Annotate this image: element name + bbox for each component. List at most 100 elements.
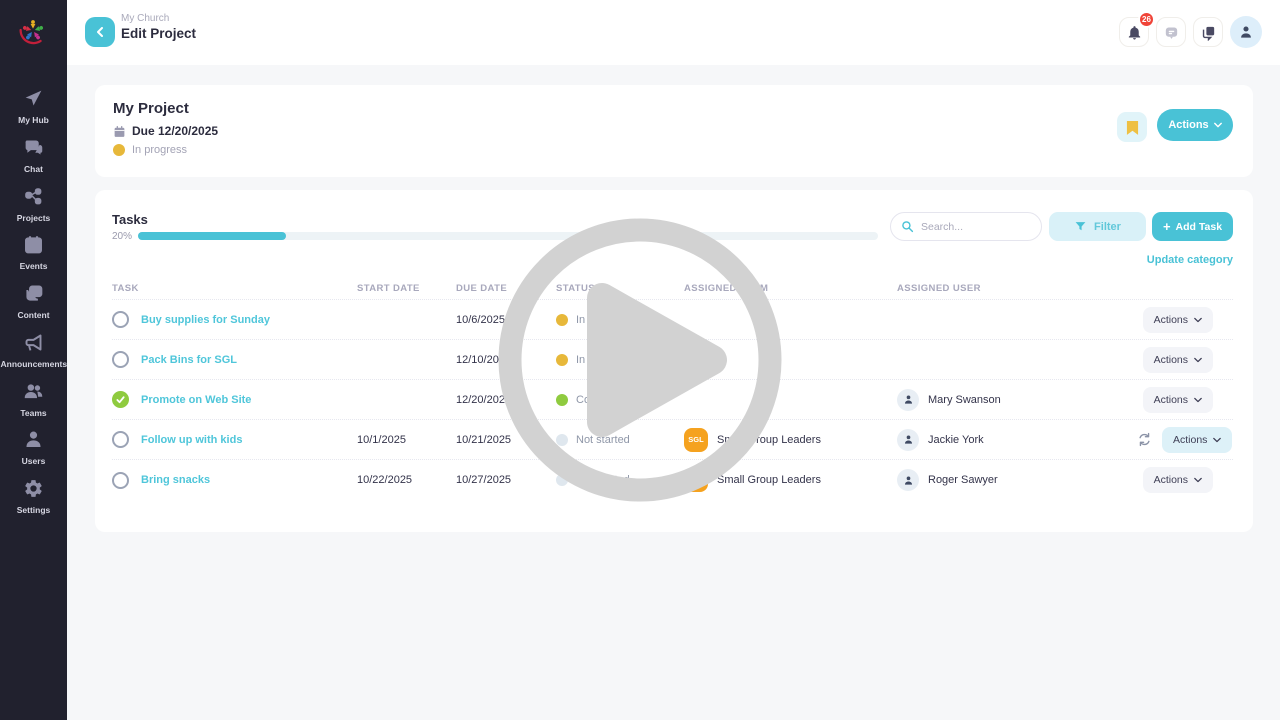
calendar-icon (23, 234, 44, 260)
actions-cell: Actions (1137, 387, 1213, 413)
sidebar-item-projects[interactable]: Projects (0, 186, 67, 224)
back-button[interactable] (85, 17, 115, 47)
task-checkbox[interactable] (112, 472, 129, 489)
row-actions-button[interactable]: Actions (1143, 347, 1213, 373)
topbar: My Church Edit Project 26 (67, 0, 1280, 65)
actions-label: Actions (1154, 394, 1188, 406)
chevron-left-icon (95, 27, 105, 37)
filter-icon (1074, 220, 1087, 233)
project-status-row: In progress (113, 144, 1235, 156)
sidebar-item-users[interactable]: Users (0, 429, 67, 467)
add-task-label: Add Task (1176, 221, 1222, 233)
video-play-button[interactable] (490, 210, 790, 510)
sidebar-item-chat[interactable]: Chat (0, 137, 67, 175)
chevron-down-icon (1213, 436, 1221, 444)
add-task-button[interactable]: + Add Task (1152, 212, 1233, 241)
topbar-icons: 26 (1119, 16, 1262, 48)
actions-cell: Actions (1137, 307, 1213, 333)
chevron-down-icon (1194, 396, 1202, 404)
project-actions-button[interactable]: Actions (1157, 109, 1233, 141)
sidebar-item-label: My Hub (1, 116, 67, 126)
project-status: In progress (132, 144, 187, 156)
task-link[interactable]: Follow up with kids (141, 434, 357, 446)
row-actions-button[interactable]: Actions (1143, 387, 1213, 413)
profile-avatar[interactable] (1230, 16, 1262, 48)
user-name: Jackie York (928, 434, 984, 446)
task-checkbox[interactable] (112, 431, 129, 448)
chevron-down-icon (1194, 476, 1202, 484)
actions-label: Actions (1154, 354, 1188, 366)
bookmark-button[interactable] (1117, 112, 1147, 142)
sidebar-item-label: Announcements (1, 360, 67, 370)
sidebar-item-my-hub[interactable]: My Hub (0, 88, 67, 126)
user-name: Roger Sawyer (928, 474, 998, 486)
send-icon (23, 88, 44, 114)
filter-button[interactable]: Filter (1049, 212, 1146, 241)
teams-icon (23, 381, 44, 407)
notifications-button[interactable]: 26 (1119, 17, 1149, 47)
task-checkbox[interactable] (112, 351, 129, 368)
task-link[interactable]: Pack Bins for SGL (141, 354, 357, 366)
filter-label: Filter (1094, 221, 1121, 233)
media-icon (23, 283, 44, 309)
calendar-icon (113, 125, 126, 138)
task-link[interactable]: Promote on Web Site (141, 394, 357, 406)
nodes-icon (23, 186, 44, 212)
user-avatar (897, 429, 919, 451)
search-box (890, 212, 1042, 241)
task-link[interactable]: Buy supplies for Sunday (141, 314, 357, 326)
sidebar-item-announcements[interactable]: Announcements (0, 332, 67, 370)
actions-cell: Actions (1137, 467, 1213, 493)
chevron-down-icon (1194, 356, 1202, 364)
app-window: My Hub Chat Projects Events Content Anno… (0, 0, 1280, 720)
user-avatar (897, 389, 919, 411)
sidebar-item-label: Events (1, 262, 67, 272)
actions-cell: Actions (1137, 427, 1232, 453)
plus-icon: + (1163, 219, 1171, 234)
app-logo-icon[interactable] (14, 12, 52, 50)
chevron-down-icon (1194, 316, 1202, 324)
person-icon (1237, 23, 1255, 41)
user-name: Mary Swanson (928, 394, 1001, 406)
notification-badge: 26 (1138, 11, 1155, 28)
message-square-icon (1163, 24, 1180, 41)
start-date: 10/22/2025 (357, 474, 456, 486)
sidebar-item-events[interactable]: Events (0, 234, 67, 272)
row-actions-button[interactable]: Actions (1162, 427, 1232, 453)
row-actions-button[interactable]: Actions (1143, 307, 1213, 333)
sidebar-item-label: Chat (1, 165, 67, 175)
pages-icon (1200, 24, 1217, 41)
actions-label: Actions (1154, 314, 1188, 326)
person-icon (902, 393, 915, 406)
project-title: My Project (113, 100, 1235, 117)
megaphone-icon (23, 332, 44, 358)
sidebar-item-settings[interactable]: Settings (0, 478, 67, 516)
task-checkbox-checked[interactable] (112, 391, 129, 408)
column-start-date: START DATE (357, 283, 456, 294)
chevron-down-icon (1214, 121, 1222, 129)
task-link[interactable]: Bring snacks (141, 474, 357, 486)
sidebar-item-teams[interactable]: Teams (0, 381, 67, 419)
sidebar-nav: My Hub Chat Projects Events Content Anno… (0, 88, 67, 516)
user-icon (23, 429, 44, 455)
start-date: 10/1/2025 (357, 434, 456, 446)
search-icon (901, 220, 914, 233)
actions-label: Actions (1154, 474, 1188, 486)
recurring-icon (1137, 432, 1152, 447)
messages-button[interactable] (1156, 17, 1186, 47)
bookmark-icon (1126, 120, 1139, 135)
chat-icon (23, 137, 44, 163)
update-category-link[interactable]: Update category (1147, 254, 1233, 266)
sidebar: My Hub Chat Projects Events Content Anno… (0, 0, 67, 720)
sidebar-item-label: Settings (1, 506, 67, 516)
column-task: TASK (112, 283, 357, 294)
row-actions-button[interactable]: Actions (1143, 467, 1213, 493)
person-icon (902, 433, 915, 446)
search-input[interactable] (921, 221, 1031, 233)
conversations-button[interactable] (1193, 17, 1223, 47)
sidebar-item-label: Teams (1, 409, 67, 419)
actions-label: Actions (1168, 119, 1208, 131)
sidebar-item-content[interactable]: Content (0, 283, 67, 321)
column-assigned-user: ASSIGNED USER (897, 283, 1137, 294)
task-checkbox[interactable] (112, 311, 129, 328)
